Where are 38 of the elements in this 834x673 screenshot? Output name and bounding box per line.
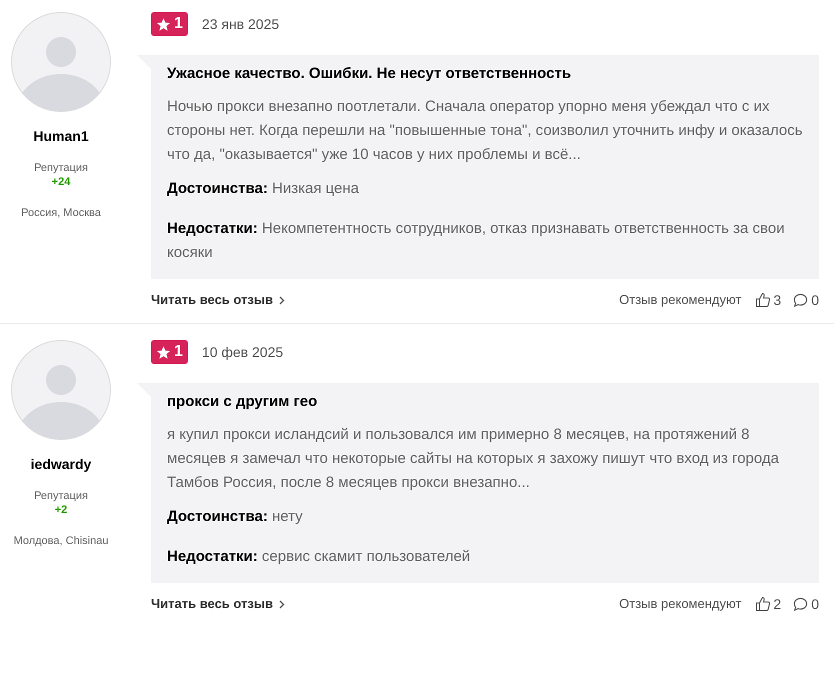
reputation-value: +2 [54, 503, 68, 517]
author-location: Россия, Москва [21, 206, 101, 221]
review-date: 10 фев 2025 [202, 342, 284, 362]
review-text: Ночью прокси внезапно поотлетали. Сначала оператор упорно меня убеждал что с их стороны нет. Когда перешли на "повышенные тона", соизволил уточнить инфу и оказалось что да, "оказывается" уже 10 часов у них проблемы и всё... [167, 97, 803, 165]
read-more-link[interactable]: Читать весь отзыв [151, 290, 285, 310]
review-title: Ужасное качество. Ошибки. Не несут ответственность [167, 65, 572, 83]
pros-text: Достоинства: нету [167, 507, 304, 527]
reputation-value: +24 [52, 175, 70, 189]
comment-icon [793, 292, 808, 308]
author-name[interactable]: iedwardy [30, 454, 92, 475]
reputation-label: Репутация [34, 489, 88, 503]
chevron-icon [278, 296, 285, 304]
cons-text: Недостатки: сервис скамит пользователей [167, 547, 472, 567]
like-button[interactable]: 2 [755, 594, 782, 614]
avatar-icon [11, 340, 111, 440]
cons-text: Недостатки: Некомпетентность сотрудников, отказ признавать ответственность за свои косяки [167, 219, 786, 263]
like-button[interactable]: 3 [755, 290, 782, 310]
comment-icon [793, 596, 808, 612]
author-location: Молдова, Chisinau [14, 534, 108, 549]
chevron-icon [278, 600, 285, 608]
review-title: прокси с другим гео [167, 393, 318, 411]
star-icon [156, 344, 171, 360]
review-date: 23 янв 2025 [202, 14, 280, 34]
star-icon [156, 16, 171, 32]
pros-text: Достоинства: Низкая цена [167, 179, 360, 199]
recommend-label: Отзыв рекомендуют [619, 291, 742, 310]
recommend-label: Отзыв рекомендуют [619, 595, 742, 614]
rating-badge: 1 [151, 12, 188, 36]
thumbs-up-icon [755, 596, 772, 612]
review-text: я купил прокси исландсий и пользовался им примерно 8 месяцев, на протяжений 8 месяцев я замечал что некоторые сайты на которых я захожу пишут что вход из города Тамбов Россия, после 8 месяцев прокси внезапно... [167, 425, 780, 493]
author-name[interactable]: Human1 [33, 126, 89, 147]
rating-badge: 1 [151, 340, 188, 364]
avatar-icon [11, 12, 111, 112]
comment-button[interactable]: 0 [793, 290, 819, 310]
read-more-link[interactable]: Читать весь отзыв [151, 594, 285, 614]
reputation-label: Репутация [34, 161, 88, 175]
comment-button[interactable]: 0 [793, 594, 819, 614]
thumbs-up-icon [755, 292, 772, 308]
